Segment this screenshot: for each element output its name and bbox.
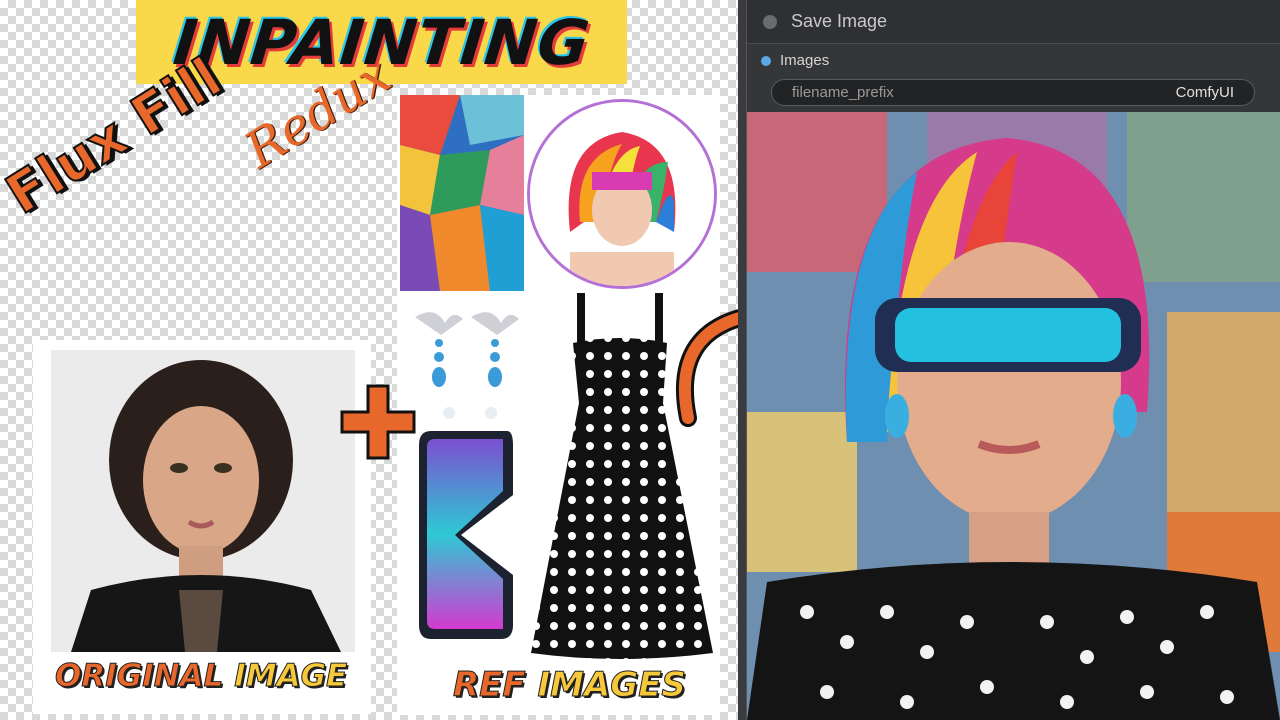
sunglasses-image xyxy=(411,425,515,645)
node-header[interactable]: Save Image xyxy=(746,0,1280,44)
filename-prefix-input[interactable]: filename_prefix ComfyUI xyxy=(771,79,1255,106)
rainbow-hair-illustration xyxy=(530,102,714,286)
abstract-painting-image xyxy=(400,95,524,291)
original-photo xyxy=(51,350,355,652)
output-dot-icon[interactable] xyxy=(761,55,771,66)
images-output-row[interactable]: Images xyxy=(761,52,829,69)
save-image-node: Save Image Images filename_prefix ComfyU… xyxy=(738,0,1280,720)
status-dot-icon[interactable] xyxy=(763,14,777,29)
plus-icon xyxy=(336,380,420,464)
earrings-illustration xyxy=(415,312,519,419)
node-title: Save Image xyxy=(791,11,888,31)
ref-label-part1: REF xyxy=(453,665,527,706)
portrait-illustration xyxy=(51,350,355,652)
result-illustration xyxy=(747,112,1280,720)
images-output-label: Images xyxy=(780,52,830,69)
rainbow-hair-image xyxy=(527,99,717,289)
original-image-card: ORIGINAL IMAGE xyxy=(33,340,371,714)
filename-prefix-label: filename_prefix xyxy=(792,84,894,101)
sunglasses-illustration xyxy=(419,431,513,639)
original-label-part1: ORIGINAL xyxy=(54,658,224,695)
flux-fill-text: Flux Fill xyxy=(0,45,233,228)
original-image-label: ORIGINAL IMAGE xyxy=(54,658,348,695)
earrings-image xyxy=(405,305,525,425)
filename-prefix-value: ComfyUI xyxy=(1175,84,1234,101)
original-label-part2: IMAGE xyxy=(234,658,348,695)
result-image xyxy=(747,112,1280,720)
reference-images-label: REF IMAGES xyxy=(453,665,687,706)
ref-label-part2: IMAGES xyxy=(537,665,686,706)
painting-illustration xyxy=(400,95,524,291)
flux-fill-heading: Flux Fill xyxy=(0,45,233,228)
